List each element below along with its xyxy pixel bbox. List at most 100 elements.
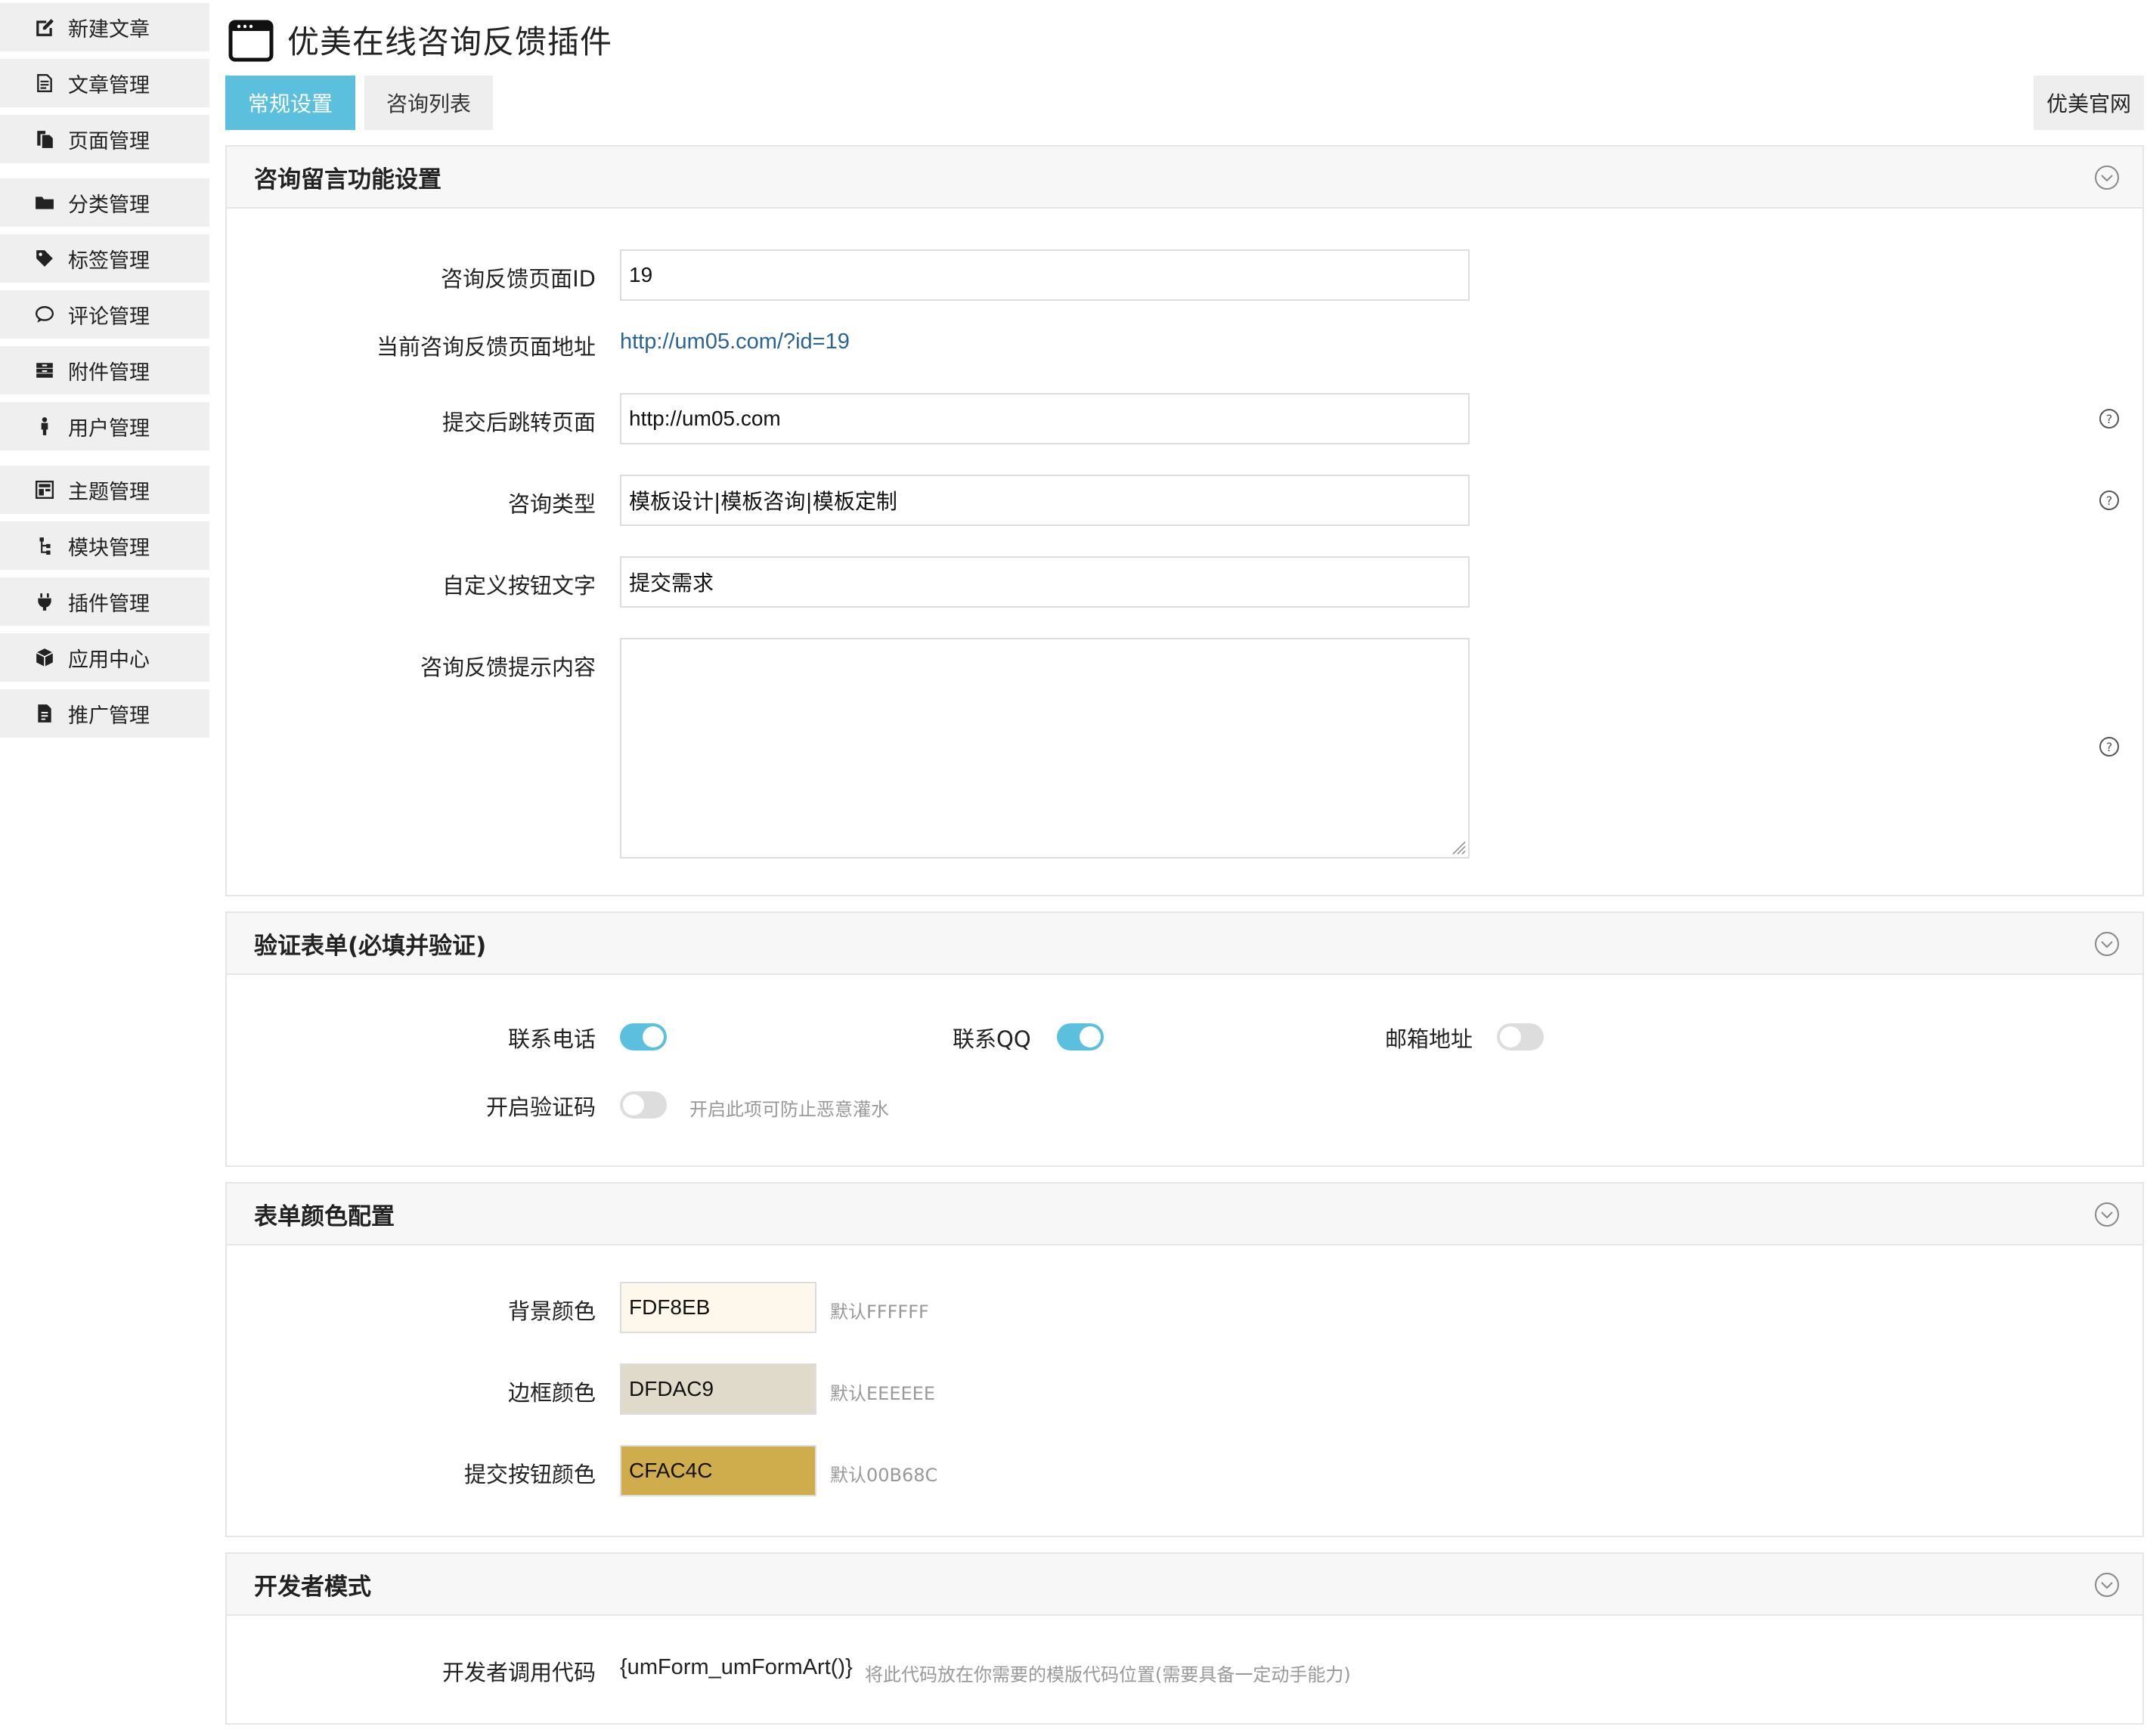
- page-copy-icon: [35, 129, 54, 149]
- sidebar-item-page-manage[interactable]: 页面管理: [0, 115, 209, 163]
- dev-code-label: 开发者调用代码: [441, 1660, 596, 1685]
- phone-label: 联系电话: [507, 1026, 596, 1052]
- archive-icon: [35, 361, 54, 380]
- chevron-down-icon[interactable]: [2094, 165, 2120, 190]
- panel-title: 验证表单(必填并验证): [254, 932, 487, 960]
- tag-icon: [35, 249, 54, 268]
- sidebar-item-label: 推广管理: [68, 704, 150, 728]
- sidebar-item-attachment-manage[interactable]: 附件管理: [0, 346, 209, 395]
- page-url-row: 当前咨询反馈页面地址 http://um05.com/?id=19: [227, 326, 2142, 360]
- border-color-default: 默认EEEEEE: [830, 1383, 935, 1404]
- theme-layout-icon: [35, 480, 54, 500]
- phone-toggle[interactable]: [620, 1023, 667, 1051]
- plug-icon: [35, 592, 54, 611]
- dev-code-value: {umForm_umFormArt()}: [620, 1655, 853, 1679]
- page-title: 优美在线咨询反馈插件: [287, 23, 613, 60]
- sidebar-item-label: 插件管理: [68, 592, 150, 616]
- document-icon: [35, 704, 54, 723]
- captcha-label: 开启验证码: [485, 1094, 596, 1120]
- button-text-label: 自定义按钮文字: [441, 573, 596, 599]
- button-text-input[interactable]: 提交需求: [620, 556, 1470, 608]
- page-url-link[interactable]: http://um05.com/?id=19: [620, 330, 850, 354]
- help-icon[interactable]: ?: [2099, 736, 2120, 757]
- submit-color-input[interactable]: CFAC4C: [620, 1445, 816, 1496]
- help-icon[interactable]: ?: [2099, 408, 2120, 429]
- panel-header: 咨询留言功能设置: [227, 147, 2142, 209]
- sidebar-item-label: 标签管理: [68, 249, 150, 273]
- panel-header: 开发者模式: [227, 1554, 2142, 1616]
- panel-feedback-settings: 咨询留言功能设置 咨询反馈页面ID 19 当前咨询反馈页面地址 http://u…: [225, 145, 2144, 896]
- page-id-input[interactable]: 19: [620, 249, 1470, 301]
- border-color-input[interactable]: DFDAC9: [620, 1363, 816, 1415]
- bg-color-label: 背景颜色: [507, 1298, 596, 1324]
- types-input[interactable]: 模板设计|模板咨询|模板定制: [620, 475, 1470, 526]
- sidebar-item-label: 分类管理: [68, 193, 150, 217]
- redirect-input[interactable]: http://um05.com: [620, 393, 1470, 444]
- panel-developer-mode: 开发者模式 开发者调用代码 {umForm_umFormArt()} 将此代码放…: [225, 1552, 2144, 1725]
- sidebar-item-category-manage[interactable]: 分类管理: [0, 178, 209, 227]
- types-row: 咨询类型 模板设计|模板咨询|模板定制 ?: [227, 475, 2142, 526]
- tip-content-row: 咨询反馈提示内容 ?: [227, 638, 2142, 859]
- captcha-hint: 开启此项可防止恶意灌水: [689, 1099, 889, 1120]
- svg-text:?: ?: [2106, 494, 2113, 508]
- sidebar-item-label: 用户管理: [68, 416, 150, 441]
- tip-content-textarea[interactable]: [620, 638, 1470, 859]
- sidebar-item-label: 评论管理: [68, 305, 150, 329]
- sidebar-item-user-manage[interactable]: 用户管理: [0, 402, 209, 450]
- sidebar-item-article-manage[interactable]: 文章管理: [0, 59, 209, 107]
- sidebar-item-label: 应用中心: [68, 648, 150, 672]
- edit-icon: [35, 17, 54, 37]
- submit-color-default: 默认00B68C: [830, 1465, 938, 1486]
- button-text-row: 自定义按钮文字 提交需求: [227, 556, 2142, 608]
- panel-title: 开发者模式: [254, 1573, 371, 1601]
- types-label: 咨询类型: [507, 491, 596, 517]
- sidebar-item-label: 文章管理: [68, 73, 150, 97]
- tab-general-settings[interactable]: 常规设置: [225, 76, 355, 130]
- sidebar-item-tag-manage[interactable]: 标签管理: [0, 234, 209, 283]
- qq-label: 联系QQ: [953, 1026, 1031, 1052]
- sidebar-item-theme-manage[interactable]: 主题管理: [0, 466, 209, 514]
- chevron-down-icon[interactable]: [2094, 1202, 2120, 1227]
- help-icon[interactable]: ?: [2099, 490, 2120, 511]
- redirect-label: 提交后跳转页面: [441, 410, 596, 435]
- qq-toggle[interactable]: [1057, 1023, 1104, 1051]
- panel-header: 表单颜色配置: [227, 1184, 2142, 1246]
- bg-color-default: 默认FFFFFF: [830, 1301, 929, 1323]
- email-label: 邮箱地址: [1385, 1026, 1473, 1052]
- redirect-row: 提交后跳转页面 http://um05.com ?: [227, 393, 2142, 444]
- sidebar-item-label: 模块管理: [68, 536, 150, 560]
- page-url-label: 当前咨询反馈页面地址: [376, 334, 596, 360]
- sidebar-item-comment-manage[interactable]: 评论管理: [0, 290, 209, 339]
- border-color-label: 边框颜色: [507, 1380, 596, 1406]
- bg-color-input[interactable]: FDF8EB: [620, 1282, 816, 1333]
- official-site-button[interactable]: 优美官网: [2034, 76, 2144, 130]
- captcha-toggle[interactable]: [620, 1091, 667, 1119]
- panel-form-colors: 表单颜色配置 背景颜色 FDF8EB 默认FFFFFF 边框颜色 DFDAC9 …: [225, 1182, 2144, 1537]
- tab-inquiry-list[interactable]: 咨询列表: [364, 76, 493, 130]
- panel-title: 咨询留言功能设置: [254, 166, 441, 193]
- folder-icon: [35, 193, 54, 212]
- sidebar-item-label: 新建文章: [68, 17, 150, 42]
- panel-header: 验证表单(必填并验证): [227, 913, 2142, 975]
- sitemap-icon: [35, 536, 54, 555]
- sidebar-item-app-center[interactable]: 应用中心: [0, 633, 209, 682]
- svg-text:?: ?: [2106, 412, 2113, 426]
- cube-icon: [35, 648, 54, 667]
- comment-icon: [35, 305, 54, 324]
- panel-validation: 验证表单(必填并验证) 联系电话 联系QQ 邮箱地址 开启验证码 开启此项可防止…: [225, 911, 2144, 1167]
- panel-title: 表单颜色配置: [254, 1202, 395, 1230]
- page-id-label: 咨询反馈页面ID: [441, 266, 596, 292]
- sidebar-item-plugin-manage[interactable]: 插件管理: [0, 577, 209, 626]
- page-header: 优美在线咨询反馈插件: [228, 17, 612, 63]
- sidebar-item-label: 页面管理: [68, 129, 150, 153]
- dev-code-hint: 将此代码放在你需要的模版代码位置(需要具备一定动手能力): [865, 1664, 1351, 1685]
- chevron-down-icon[interactable]: [2094, 1572, 2120, 1598]
- resize-handle-icon[interactable]: [1448, 837, 1467, 856]
- chevron-down-icon[interactable]: [2094, 931, 2120, 957]
- sidebar-item-promotion-manage[interactable]: 推广管理: [0, 689, 209, 738]
- sidebar-item-module-manage[interactable]: 模块管理: [0, 521, 209, 570]
- email-toggle[interactable]: [1497, 1023, 1544, 1051]
- file-list-icon: [35, 73, 54, 93]
- sidebar-item-label: 附件管理: [68, 361, 150, 385]
- sidebar-item-new-article[interactable]: 新建文章: [0, 3, 209, 51]
